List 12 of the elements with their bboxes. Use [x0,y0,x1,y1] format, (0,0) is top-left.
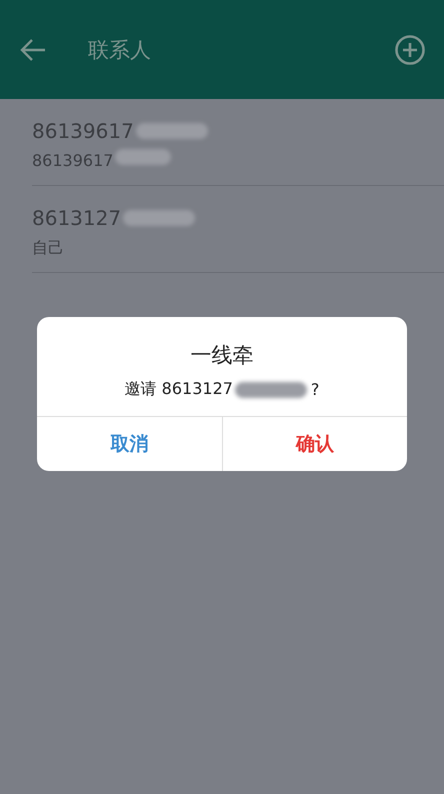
contact-number[interactable]: 86139617 [32,119,134,143]
contact-subtitle: 86139617 [32,151,114,170]
contact-subtitle: 自己 [32,238,64,259]
confirm-button[interactable]: 确认 [222,417,407,471]
contact-number[interactable]: 8613127 [32,206,122,230]
dialog-message: 邀请 8613127 [124,379,233,400]
add-icon[interactable] [394,34,426,66]
redaction-mark [115,148,172,164]
screen-title: 联系人 [88,36,152,64]
question-mark: ? [310,380,320,399]
cancel-button[interactable]: 取消 [37,417,222,471]
dialog-title: 一线牵 [190,343,254,367]
